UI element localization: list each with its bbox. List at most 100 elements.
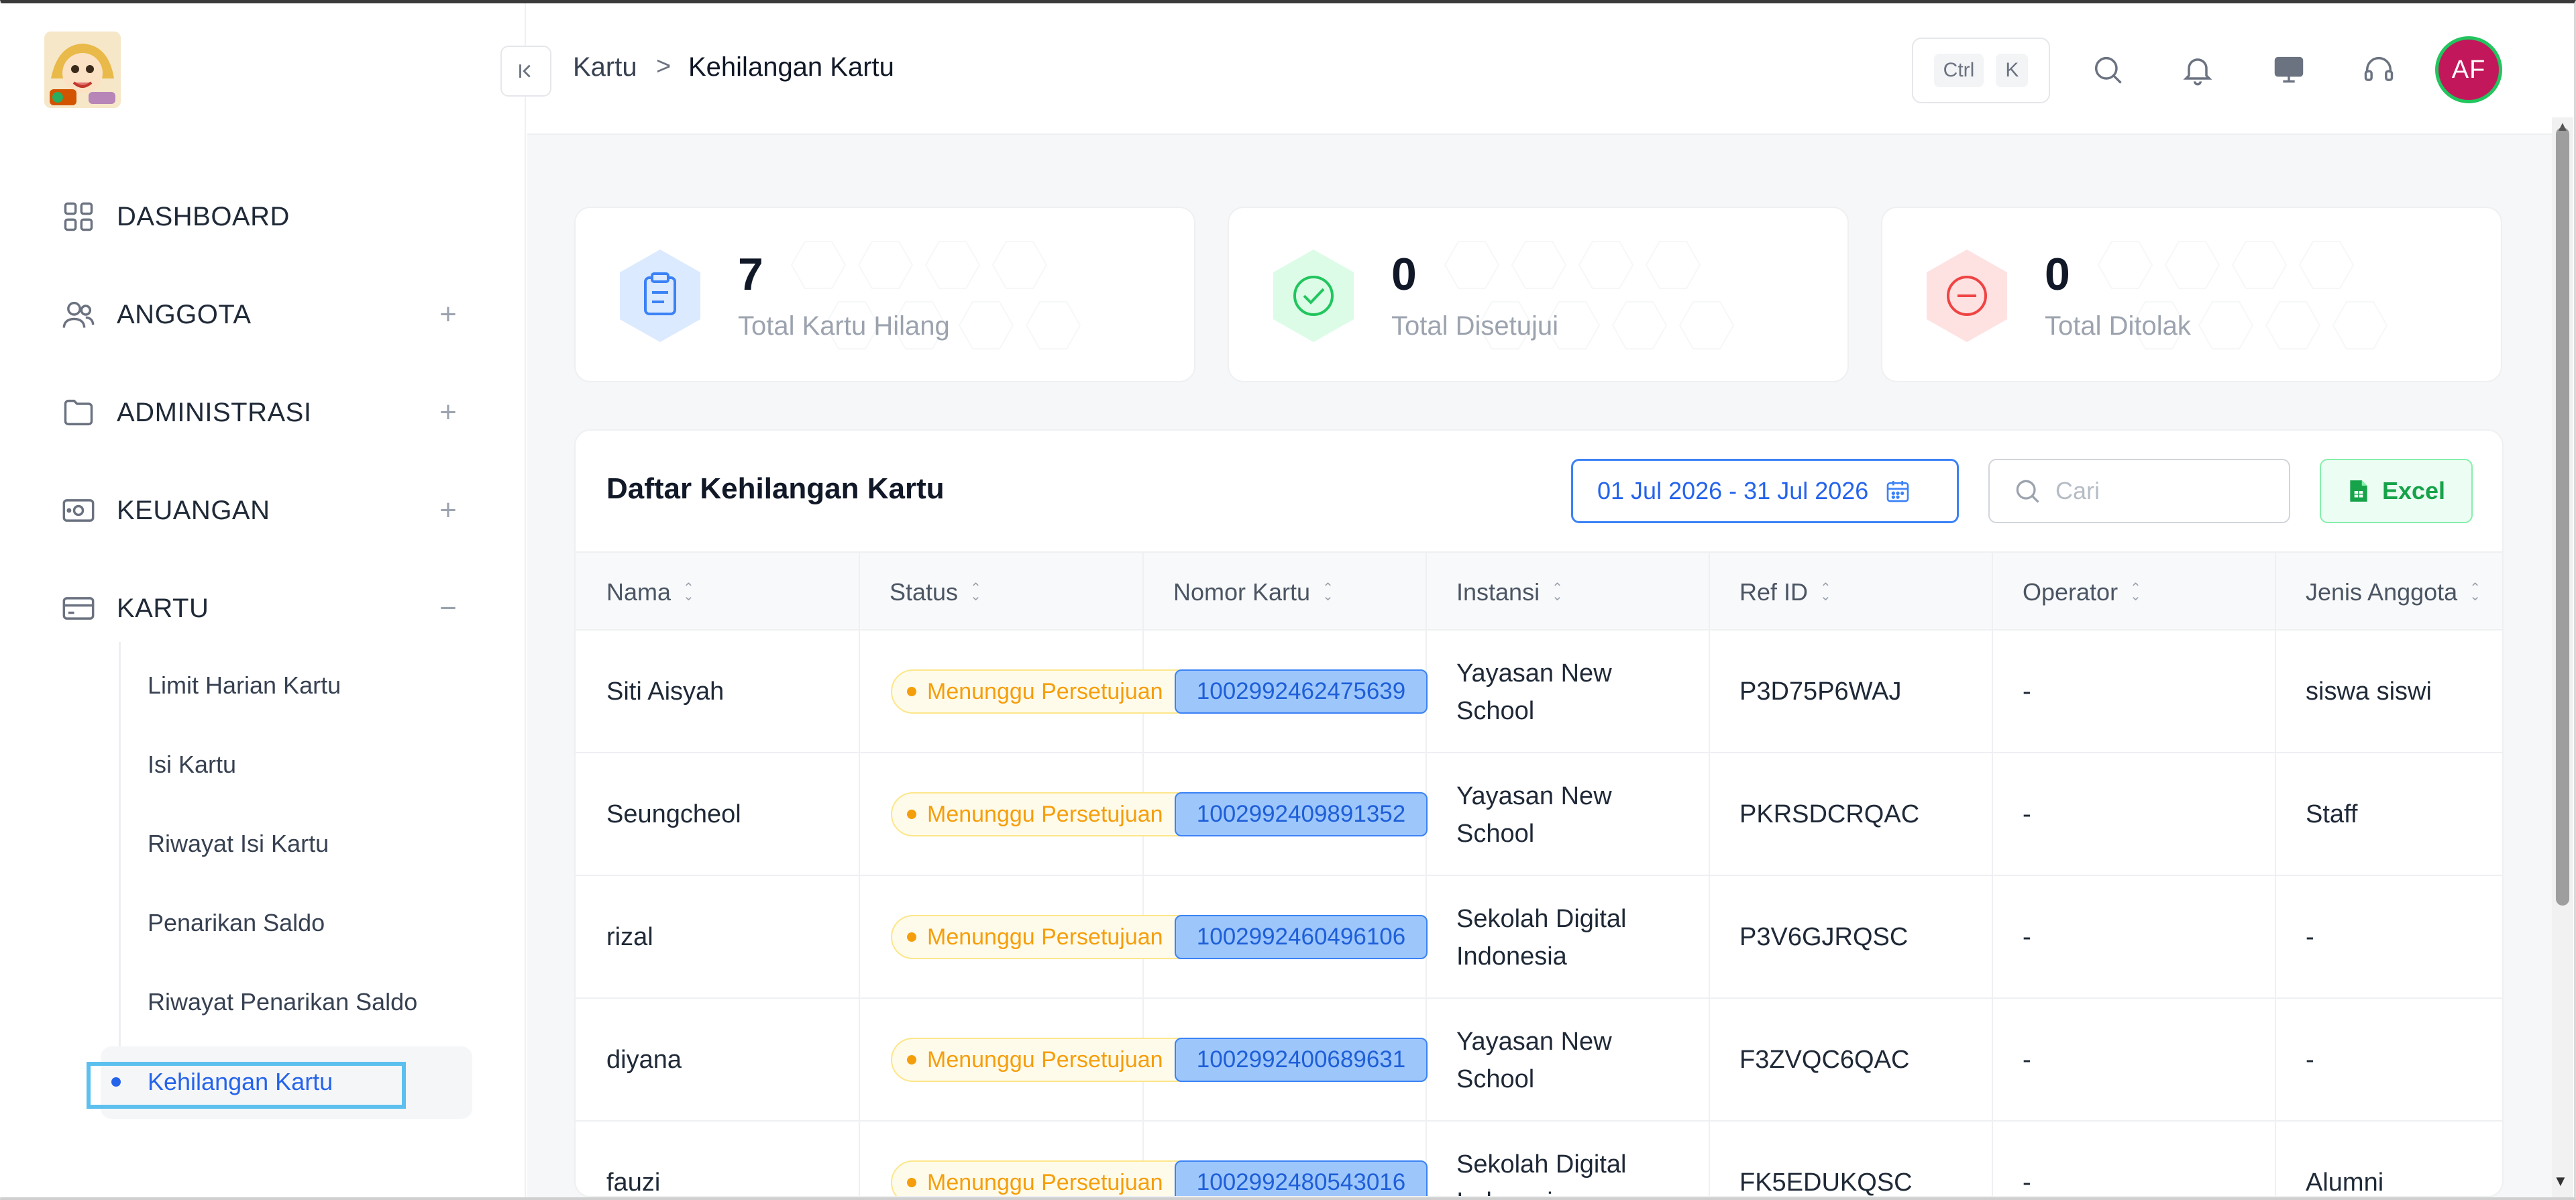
scroll-down-icon[interactable]: ▼ xyxy=(2553,1172,2568,1190)
column-title: Instansi xyxy=(1456,578,1540,606)
sidebar-item-dashboard[interactable]: DASHBOARD xyxy=(59,190,462,243)
column-header-nama[interactable]: Nama ⌃ ⌄ xyxy=(576,553,694,632)
sidebar-item-label: DASHBOARD xyxy=(117,201,290,231)
cell-jenis-anggota: - xyxy=(2306,1046,2314,1074)
column-header-operator[interactable]: Operator ⌃ ⌄ xyxy=(1992,553,2141,632)
stat-value: 0 xyxy=(1391,249,1417,300)
status-dot-icon xyxy=(907,1055,916,1065)
cell-ref-id: PKRSDCRQAC xyxy=(1739,800,1920,828)
sidebar-subitem-kehilangan-kartu[interactable]: Kehilangan Kartu xyxy=(148,1058,333,1105)
sidebar-item-keuangan[interactable]: KEUANGAN + xyxy=(59,484,462,537)
user-avatar[interactable]: AF xyxy=(2435,36,2502,103)
sort-icon: ⌃ ⌄ xyxy=(2130,581,2141,604)
status-dot-icon xyxy=(907,687,916,696)
table-row[interactable]: diyana Menunggu Persetujuan 100299240068… xyxy=(576,999,2502,1122)
status-badge: Menunggu Persetujuan xyxy=(891,792,1199,836)
scrollbar-thumb[interactable] xyxy=(2556,127,2569,906)
minus-circle-icon xyxy=(1927,250,2007,342)
column-header-ref-id[interactable]: Ref ID ⌃ ⌄ xyxy=(1709,553,1831,632)
instansi-line: School xyxy=(1456,696,1535,725)
column-title: Nomor Kartu xyxy=(1173,578,1311,606)
app-logo[interactable] xyxy=(44,32,121,108)
expand-icon[interactable]: + xyxy=(435,494,462,527)
cell-operator: - xyxy=(2023,923,2031,951)
card-number-highlight[interactable]: 1002992462475639 xyxy=(1175,669,1428,714)
stat-value: 7 xyxy=(738,249,763,300)
calendar-icon xyxy=(1886,481,1909,502)
hex-pattern xyxy=(1444,241,1735,349)
column-header-jenis-anggota[interactable]: Jenis Anggota ⌃ ⌄ xyxy=(2275,553,2481,632)
status-badge: Menunggu Persetujuan xyxy=(891,1038,1199,1082)
card-number-highlight[interactable]: 1002992409891352 xyxy=(1175,792,1428,836)
cell-instansi: Yayasan New School xyxy=(1426,999,1612,1122)
status-dot-icon xyxy=(907,810,916,819)
column-header-nomor-kartu[interactable]: Nomor Kartu ⌃ ⌄ xyxy=(1142,553,1334,632)
cell-nama: diyana xyxy=(606,1046,682,1074)
stat-card-ditolak: 0 Total Ditolak xyxy=(1881,207,2502,382)
kehilangan-kartu-panel: Daftar Kehilangan Kartu 01 Jul 2026 - 31… xyxy=(574,429,2504,1197)
command-palette-shortcut[interactable]: Ctrl K xyxy=(1912,38,2050,103)
table-row[interactable]: fauzi Menunggu Persetujuan 1002992480543… xyxy=(576,1122,2502,1197)
export-excel-button[interactable]: Excel xyxy=(2320,459,2473,523)
cell-instansi: Sekolah Digital Indonesia xyxy=(1426,1122,1626,1197)
search-icon xyxy=(2016,480,2039,503)
card-number-highlight[interactable]: 1002992480543016 xyxy=(1175,1160,1428,1196)
sort-icon: ⌃ ⌄ xyxy=(970,581,981,604)
sidebar-subitem-isi-kartu[interactable]: Isi Kartu xyxy=(148,741,236,788)
cell-operator: - xyxy=(2023,800,2031,828)
status-dot-icon xyxy=(907,1178,916,1187)
search-input[interactable] xyxy=(2055,477,2270,505)
sort-icon: ⌃ ⌄ xyxy=(1552,581,1563,604)
cell-ref-id: P3V6GJRQSC xyxy=(1739,923,1909,951)
instansi-line: School xyxy=(1456,1065,1535,1093)
cell-nama: Seungcheol xyxy=(606,800,741,828)
cell-jenis-anggota: Alumni xyxy=(2306,1168,2384,1197)
scroll-up-icon[interactable]: ▲ xyxy=(2556,119,2569,135)
sidebar-subitem-riwayat-penarikan[interactable]: Riwayat Penarikan Saldo xyxy=(148,979,417,1026)
instansi-line: Yayasan New xyxy=(1456,1027,1612,1056)
sort-icon: ⌃ ⌄ xyxy=(2469,581,2481,604)
collapse-sidebar-button[interactable] xyxy=(500,46,551,97)
sidebar-subitem-limit-harian[interactable]: Limit Harian Kartu xyxy=(148,662,341,709)
cell-operator: - xyxy=(2023,1168,2031,1197)
breadcrumb-current: Kehilangan Kartu xyxy=(688,52,894,82)
sidebar-item-administrasi[interactable]: ADMINISTRASI + xyxy=(59,386,462,439)
support-icon[interactable] xyxy=(2357,48,2400,91)
table-row[interactable]: Seungcheol Menunggu Persetujuan 10029924… xyxy=(576,753,2502,876)
search-icon[interactable] xyxy=(2086,48,2129,91)
cell-operator: - xyxy=(2023,677,2031,706)
status-badge: Menunggu Persetujuan xyxy=(891,915,1199,959)
instansi-line: Yayasan New xyxy=(1456,781,1612,810)
table-row[interactable]: Siti Aisyah Menunggu Persetujuan 1002992… xyxy=(576,631,2502,753)
breadcrumb-kartu[interactable]: Kartu xyxy=(573,52,637,83)
status-text: Menunggu Persetujuan xyxy=(927,1046,1163,1073)
sidebar-subitem-penarikan-saldo[interactable]: Penarikan Saldo xyxy=(148,899,325,946)
excel-label: Excel xyxy=(2381,477,2446,504)
table-row[interactable]: rizal Menunggu Persetujuan 1002992460496… xyxy=(576,876,2502,999)
card-number-highlight[interactable]: 1002992460496106 xyxy=(1175,915,1428,959)
sidebar: DASHBOARD ANGGOTA + ADMINISTRASI + KEUAN… xyxy=(0,3,526,1197)
cell-jenis-anggota: siswa siswi xyxy=(2306,677,2432,706)
cell-ref-id: FK5EDUKQSC xyxy=(1739,1168,1913,1197)
cell-operator: - xyxy=(2023,1046,2031,1074)
monitor-icon[interactable] xyxy=(2267,48,2310,91)
date-range-picker[interactable]: 01 Jul 2026 - 31 Jul 2026 xyxy=(1571,459,1959,523)
column-header-status[interactable]: Status ⌃ ⌄ xyxy=(859,553,981,632)
card-number-highlight[interactable]: 1002992400689631 xyxy=(1175,1038,1428,1082)
column-title: Nama xyxy=(606,578,672,606)
bell-icon[interactable] xyxy=(2176,48,2219,91)
stat-label: Total Kartu Hilang xyxy=(738,311,950,341)
table-search[interactable] xyxy=(1988,459,2290,523)
stat-card-kartu-hilang: 7 Total Kartu Hilang xyxy=(574,207,1195,382)
sidebar-item-kartu[interactable]: KARTU − xyxy=(59,582,462,635)
expand-icon[interactable]: + xyxy=(435,396,462,429)
stat-label: Total Ditolak xyxy=(2045,311,2191,341)
cell-jenis-anggota: Staff xyxy=(2306,800,2358,828)
expand-icon[interactable]: + xyxy=(435,298,462,331)
status-text: Menunggu Persetujuan xyxy=(927,924,1163,950)
column-header-instansi[interactable]: Instansi ⌃ ⌄ xyxy=(1426,553,1563,632)
table-header: Nama ⌃ ⌄ Status ⌃ ⌄ Nomor Kartu ⌃ ⌄ Instansi ⌃ ⌄… xyxy=(576,551,2502,632)
sidebar-item-anggota[interactable]: ANGGOTA + xyxy=(59,288,462,341)
collapse-icon[interactable]: − xyxy=(435,592,462,625)
sidebar-subitem-riwayat-isi[interactable]: Riwayat Isi Kartu xyxy=(148,820,329,867)
